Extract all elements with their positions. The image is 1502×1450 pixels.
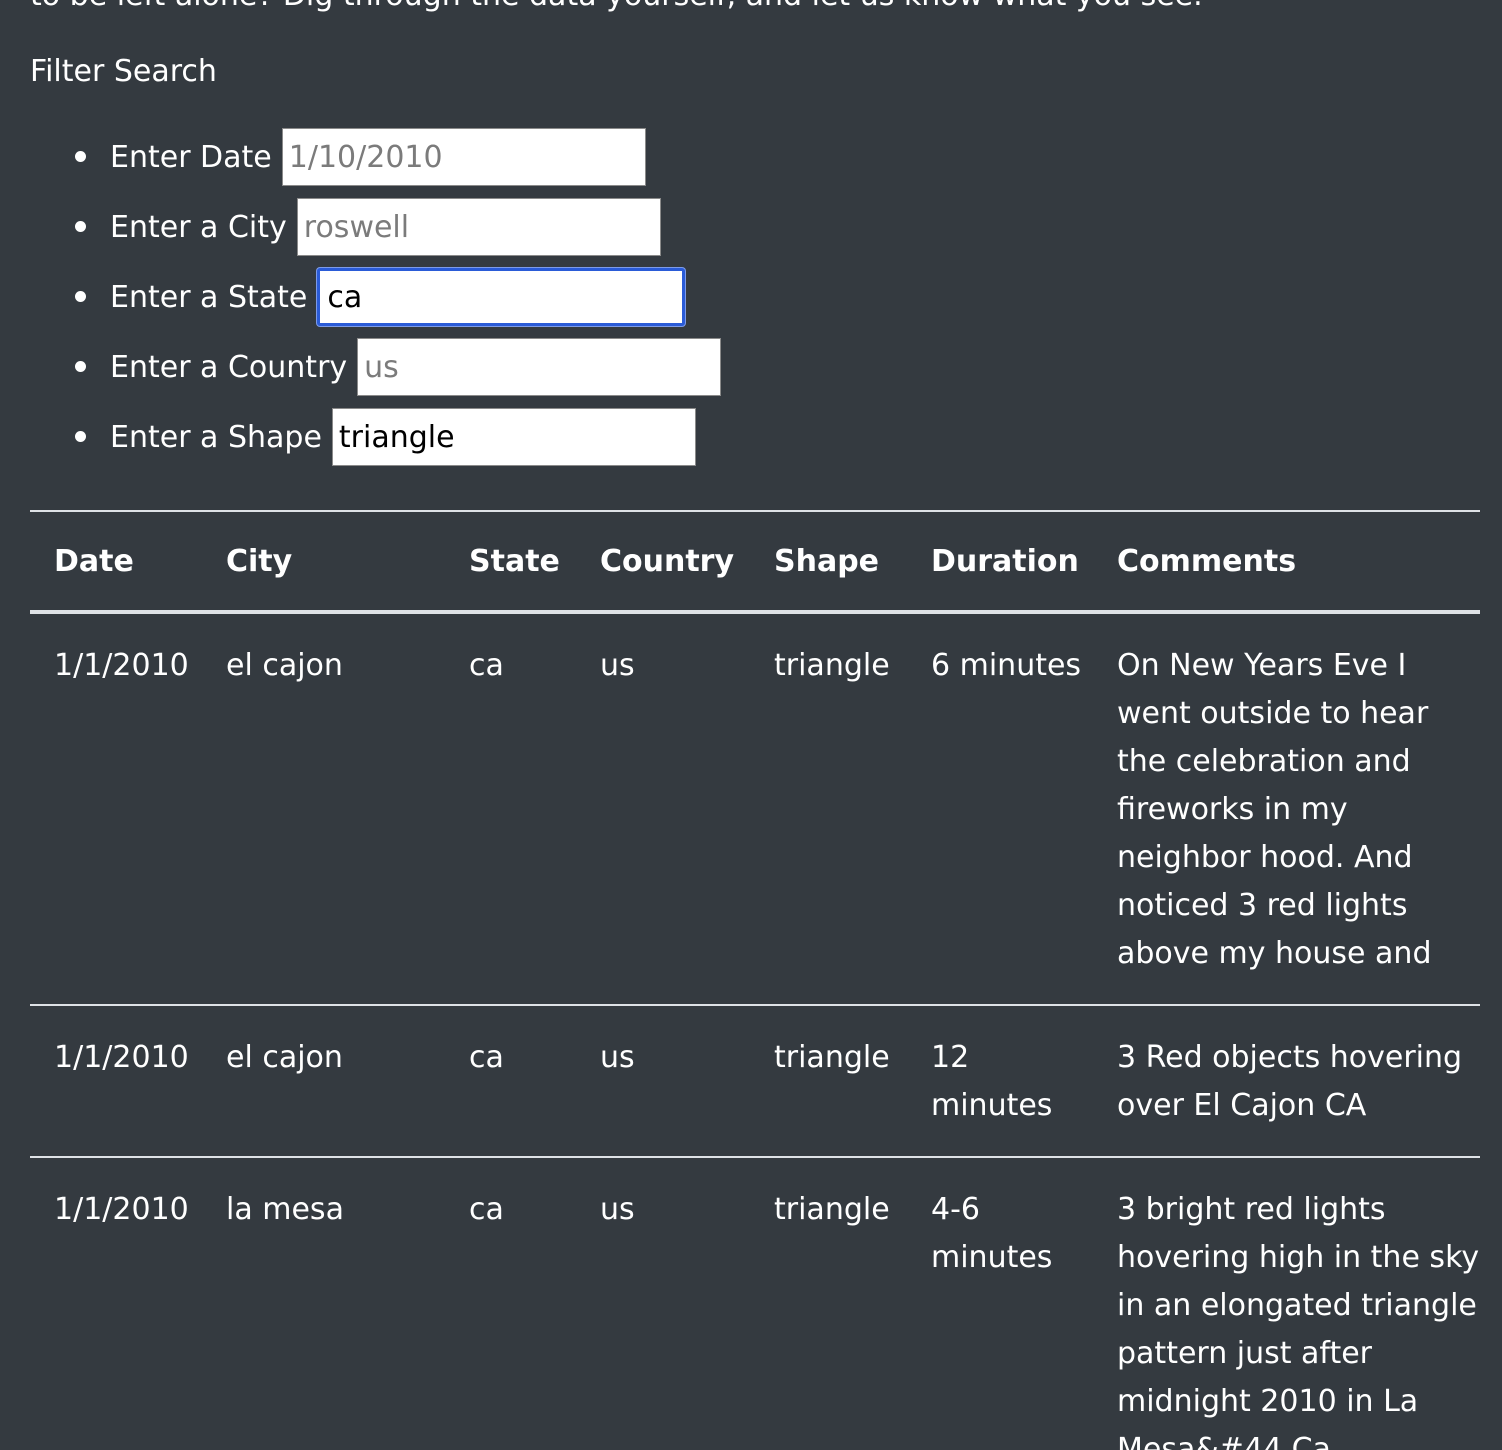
filter-item-date: Enter Date [0, 128, 721, 186]
state-filter-input[interactable] [317, 268, 686, 326]
filter-list: Enter Date Enter a City Enter a State En… [0, 128, 722, 478]
cell-city: el cajon [226, 648, 343, 683]
table-row: 1/1/2010 el cajon ca us triangle 6 minut… [30, 612, 1480, 1005]
filter-item-country: Enter a Country [0, 338, 722, 396]
shape-filter-input[interactable] [331, 408, 696, 466]
ufo-sightings-table: Date City State Country Shape Duration C… [30, 510, 1480, 1450]
bullet-icon [75, 291, 86, 302]
cell-state: ca [445, 1156, 576, 1450]
city-filter-label: Enter a City [110, 209, 287, 245]
filter-item-shape: Enter a Shape [0, 408, 721, 466]
cell-country: us [600, 648, 635, 683]
cell-date: 1/1/2010 [30, 1156, 202, 1450]
cell-state: ca [445, 1004, 576, 1157]
header-country: Country [576, 510, 750, 614]
header-shape: Shape [750, 510, 907, 614]
bullet-icon [75, 361, 86, 372]
city-filter-input[interactable] [296, 198, 661, 256]
cell-comments: 3 Red objects hovering over El Cajon CA [1093, 1004, 1480, 1157]
filter-item-state: Enter a State [0, 268, 721, 326]
cell-city: la mesa [202, 1156, 445, 1450]
cell-shape: triangle [750, 1004, 907, 1157]
filter-search-title: Filter Search [30, 54, 217, 89]
cell-state: ca [469, 648, 504, 683]
cell-country: us [576, 1156, 750, 1450]
date-filter-input[interactable] [281, 128, 646, 186]
cell-duration: 12 minutes [907, 1004, 1093, 1157]
date-filter-label: Enter Date [110, 139, 272, 175]
cell-date: 1/1/2010 [30, 1004, 202, 1157]
cell-comments: 3 bright red lights hovering high in the… [1093, 1156, 1480, 1450]
country-filter-label: Enter a Country [110, 349, 348, 385]
cell-duration: 4-6 minutes [907, 1156, 1093, 1450]
table-row: 1/1/2010 la mesa ca us triangle 4-6 minu… [30, 1156, 1480, 1450]
shape-filter-label: Enter a Shape [110, 419, 322, 455]
cell-date: 1/1/2010 [54, 648, 189, 683]
state-filter-label: Enter a State [110, 279, 308, 315]
header-date: Date [30, 510, 202, 614]
header-duration: Duration [907, 510, 1093, 614]
country-filter-input[interactable] [357, 338, 722, 396]
bullet-icon [75, 151, 86, 162]
header-state: State [445, 510, 576, 614]
cell-country: us [576, 1004, 750, 1157]
header-city: City [202, 510, 445, 614]
cell-shape: triangle [750, 1156, 907, 1450]
table-row: 1/1/2010 el cajon ca us triangle 12 minu… [30, 1004, 1480, 1157]
bullet-icon [75, 431, 86, 442]
bullet-icon [75, 221, 86, 232]
table-header-row: Date City State Country Shape Duration C… [30, 510, 1480, 614]
cell-city: el cajon [202, 1004, 445, 1157]
cell-shape: triangle [774, 648, 890, 683]
intro-text: to be left alone? Dig through the data y… [30, 0, 1203, 13]
cell-comments: On New Years Eve I went outside to hear … [1117, 648, 1432, 971]
filter-item-city: Enter a City [0, 198, 721, 256]
cell-duration: 6 minutes [931, 648, 1082, 683]
header-comments: Comments [1093, 510, 1480, 614]
